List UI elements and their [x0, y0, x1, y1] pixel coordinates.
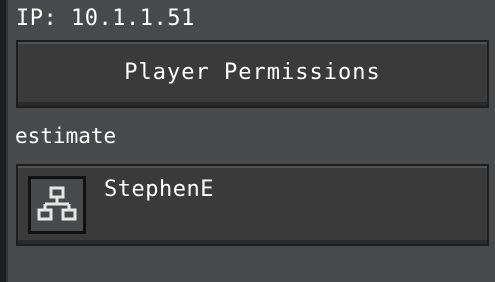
ip-address-label: IP: 10.1.1.51: [16, 6, 195, 31]
player-name: StephenE: [104, 177, 214, 202]
network-icon: [28, 176, 86, 234]
player-permissions-button-label: Player Permissions: [124, 59, 381, 85]
player-list-item[interactable]: StephenE: [16, 164, 489, 246]
player-permissions-button[interactable]: Player Permissions: [16, 40, 489, 108]
settings-panel: IP: 10.1.1.51 Player Permissions estimat…: [6, 0, 495, 282]
section-label: estimate: [15, 124, 117, 148]
